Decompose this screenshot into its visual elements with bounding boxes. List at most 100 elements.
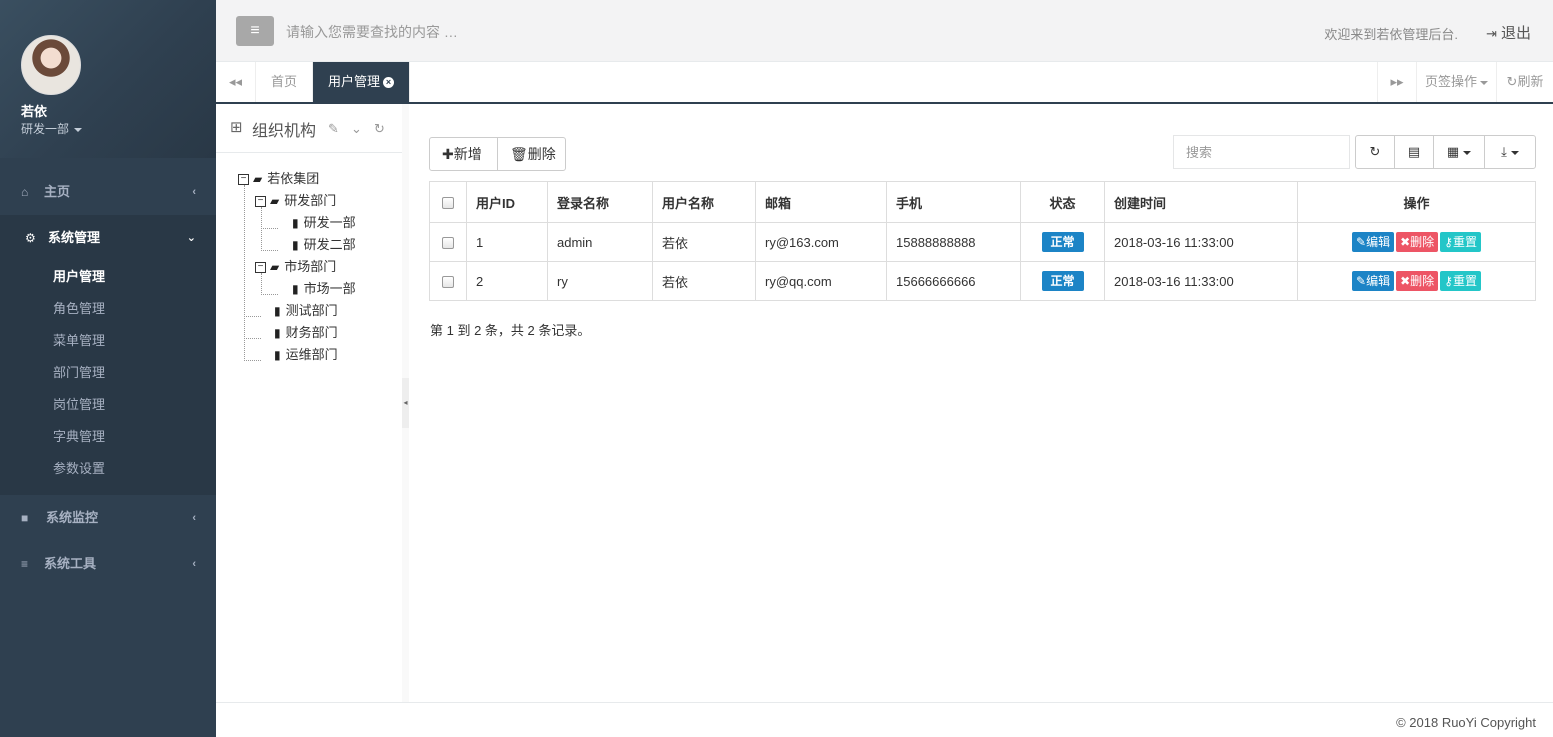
- nav-system-management[interactable]: ⚙ 系统管理 ⌄: [0, 215, 216, 261]
- chevron-down-icon: ⌄: [186, 232, 196, 244]
- column-header[interactable]: 用户名称: [652, 181, 756, 223]
- table-search-input[interactable]: [1173, 135, 1350, 169]
- nav-monitor-label: 系统监控: [46, 510, 99, 525]
- collapse-icon[interactable]: −: [255, 262, 266, 274]
- org-tree-panel: ⊞ 组织机构 ✎ ⌄ ↻ − ▰ 若依集团 − ▰ 研发部门 ▮ 研发一部 ▮ 研发二部 −…: [216, 104, 402, 702]
- file-icon: ▮: [274, 348, 281, 362]
- edit-icon: ✎: [1356, 235, 1367, 249]
- chevron-left-icon: ‹: [192, 512, 196, 524]
- chevron-left-icon: ‹: [192, 186, 196, 198]
- add-button-label: 新增: [453, 146, 482, 162]
- tree-node-ops[interactable]: ▮ 运维部门: [274, 344, 338, 366]
- column-header[interactable]: 状态: [1020, 181, 1105, 223]
- tree-node-rd1[interactable]: ▮ 研发一部: [292, 212, 356, 234]
- delete-row-button[interactable]: ✖删除: [1396, 271, 1439, 291]
- cell-created-time: 2018-03-16 11:33:00: [1104, 261, 1298, 301]
- table-refresh-button[interactable]: ↻: [1355, 135, 1395, 169]
- add-button[interactable]: ✚新增: [429, 137, 498, 171]
- cell-login-name: ry: [547, 261, 653, 301]
- columns-dropdown-button[interactable]: ▦: [1433, 135, 1485, 169]
- submenu-post-management[interactable]: 岗位管理: [53, 389, 105, 421]
- tree-node-rd[interactable]: − ▰ 研发部门: [255, 190, 336, 212]
- tree-node-root[interactable]: − ▰ 若依集团: [238, 168, 319, 190]
- submenu-user-management[interactable]: 用户管理: [53, 261, 105, 293]
- tab-user-management[interactable]: 用户管理 ×: [313, 62, 410, 102]
- delete-button[interactable]: 🗑删除: [497, 137, 566, 171]
- column-header[interactable]: 创建时间: [1104, 181, 1298, 223]
- panel-splitter[interactable]: ◂: [402, 104, 409, 702]
- org-tree-header: ⊞ 组织机构 ✎ ⌄ ↻: [216, 104, 402, 153]
- tree-node-finance[interactable]: ▮ 财务部门: [274, 322, 338, 344]
- table-row[interactable]: 1 admin 若依 ry@163.com 15888888888 正常 201…: [429, 222, 1536, 262]
- avatar[interactable]: [21, 35, 81, 95]
- global-search-input[interactable]: [286, 18, 686, 46]
- refresh-icon: ↻: [1506, 74, 1518, 89]
- tab-refresh-button[interactable]: ↻刷新: [1497, 62, 1553, 102]
- refresh-icon[interactable]: ↻: [374, 121, 385, 137]
- tabs-scroll-right-button[interactable]: ▸▸: [1377, 62, 1417, 102]
- tab-home[interactable]: 首页: [256, 62, 313, 102]
- trash-icon: 🗑: [510, 146, 528, 162]
- submenu-dept-management[interactable]: 部门管理: [53, 357, 105, 389]
- edit-button[interactable]: ✎编辑: [1352, 232, 1395, 252]
- tree-node-market1[interactable]: ▮ 市场一部: [292, 278, 356, 300]
- submenu-config-settings[interactable]: 参数设置: [53, 453, 105, 485]
- cell-login-name: admin: [547, 222, 653, 262]
- cell-actions: ✎编辑 ✖删除 ⚷重置: [1297, 222, 1536, 262]
- submenu-dict-management[interactable]: 字典管理: [53, 421, 105, 453]
- chevron-down-icon[interactable]: ⌄: [351, 121, 362, 137]
- bars-icon: ≡: [21, 557, 29, 571]
- nav-system-tools[interactable]: ≡ 系统工具 ‹: [0, 541, 216, 587]
- cell-user-id: 2: [466, 261, 548, 301]
- tabs-scroll-left-button[interactable]: ◂◂: [216, 62, 256, 102]
- column-header[interactable]: 用户ID: [466, 181, 548, 223]
- edit-button[interactable]: ✎编辑: [1352, 271, 1395, 291]
- delete-label: 删除: [1410, 235, 1435, 249]
- cell-user-name: 若依: [652, 222, 756, 262]
- nav-tools-label: 系统工具: [44, 556, 97, 571]
- column-header[interactable]: 邮箱: [755, 181, 887, 223]
- close-icon[interactable]: ×: [383, 77, 394, 89]
- collapse-icon[interactable]: −: [255, 196, 266, 208]
- tree-node-test[interactable]: ▮ 测试部门: [274, 300, 338, 322]
- submenu-role-management[interactable]: 角色管理: [53, 293, 105, 325]
- nav-home[interactable]: ⌂ 主页 ‹: [0, 169, 216, 215]
- grid-icon: ⊞: [230, 119, 243, 136]
- tab-user-management-label: 用户管理: [327, 74, 380, 89]
- column-header[interactable]: 登录名称: [547, 181, 653, 223]
- table-row[interactable]: 2 ry 若依 ry@qq.com 15666666666 正常 2018-03…: [429, 261, 1536, 301]
- profile-dept-label: 研发一部: [21, 122, 70, 136]
- cell-actions: ✎编辑 ✖删除 ⚷重置: [1297, 261, 1536, 301]
- file-icon: ▮: [274, 326, 281, 340]
- status-badge: 正常: [1041, 271, 1084, 291]
- tree-node-label: 市场一部: [303, 281, 356, 296]
- edit-icon[interactable]: ✎: [328, 121, 339, 137]
- row-checkbox[interactable]: [442, 237, 454, 250]
- export-dropdown-button[interactable]: ⤓: [1484, 135, 1536, 169]
- caret-down-icon: [1463, 150, 1472, 155]
- user-table: 用户ID 登录名称 用户名称 邮箱 手机 状态 创建时间 操作 1 admin …: [429, 181, 1536, 301]
- column-header[interactable]: 手机: [886, 181, 1021, 223]
- submenu-menu-management[interactable]: 菜单管理: [53, 325, 105, 357]
- tree-node-rd2[interactable]: ▮ 研发二部: [292, 234, 356, 256]
- nav-system-monitor[interactable]: ■ 系统监控 ‹: [0, 495, 216, 541]
- cell-created-time: 2018-03-16 11:33:00: [1104, 222, 1298, 262]
- copyright-text: © 2018 RuoYi Copyright: [1396, 715, 1536, 730]
- collapse-icon[interactable]: −: [238, 174, 249, 186]
- reset-password-button[interactable]: ⚷重置: [1440, 271, 1481, 291]
- row-checkbox[interactable]: [442, 276, 454, 289]
- collapse-panel-handle[interactable]: ◂: [402, 378, 409, 428]
- tree-node-label: 研发一部: [303, 215, 356, 230]
- delete-row-button[interactable]: ✖删除: [1396, 232, 1439, 252]
- plus-icon: ✚: [442, 146, 454, 162]
- tree-node-market[interactable]: − ▰ 市场部门: [255, 256, 336, 278]
- menu-toggle-button[interactable]: ≡: [236, 16, 274, 46]
- logout-button[interactable]: ⇥ 退出: [1486, 22, 1531, 43]
- profile-dept-dropdown[interactable]: 研发一部: [21, 120, 83, 137]
- remove-icon: ✖: [1400, 235, 1411, 249]
- toggle-view-button[interactable]: ▤: [1394, 135, 1434, 169]
- select-all-checkbox[interactable]: [442, 197, 454, 210]
- cell-user-id: 1: [466, 222, 548, 262]
- reset-password-button[interactable]: ⚷重置: [1440, 232, 1481, 252]
- tab-operations-dropdown[interactable]: 页签操作: [1417, 62, 1497, 102]
